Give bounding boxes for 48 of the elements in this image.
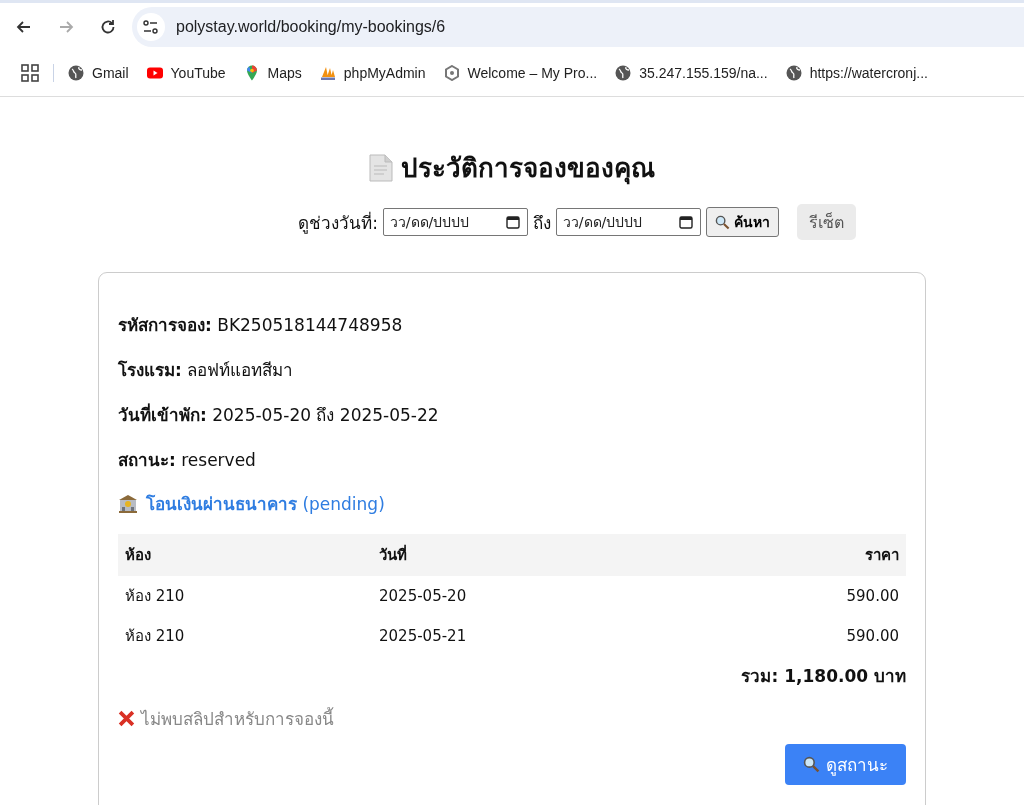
hexagon-icon[interactable] [443, 65, 460, 81]
bookmark[interactable]: YouTube [146, 65, 226, 81]
search-button[interactable]: ค้นหา [705, 207, 779, 237]
booking-detail: สถานะ: reserved [118, 449, 257, 472]
table-cell-text: 2025-05-21 [378, 626, 468, 647]
search-icon[interactable] [714, 214, 730, 230]
address-bar[interactable]: polystay.world/booking/my-bookings/6 [132, 6, 1024, 47]
table-cell-text: ห้อง 210 [124, 626, 186, 647]
date-range-label: ดูช่วงวันที่: [298, 210, 378, 236]
bank-icon [118, 493, 138, 514]
calendar-icon[interactable] [505, 215, 520, 229]
site-settings-icon[interactable] [136, 11, 166, 42]
total-amount: รวม: 1,180.00 บาท [741, 665, 906, 688]
end-date-field[interactable]: วว/ดด/ปปปป [555, 208, 701, 236]
booking-detail: โรงแรม: ลอฟท์แอทสีมา [118, 359, 295, 382]
table-cell: ห้อง 210 [118, 576, 372, 616]
table-cell-text: 590.00 [845, 626, 900, 647]
bookmark[interactable]: Gmail [68, 65, 129, 81]
page-title: ประวัติการจองของคุณ [401, 152, 655, 187]
reset-button[interactable]: รีเซ็ต [796, 204, 856, 240]
payment-method-link[interactable]: โอนเงินผ่านธนาคาร (pending) [146, 490, 385, 517]
search-icon[interactable] [803, 756, 820, 773]
bookmark[interactable]: 35.247.155.159/na... [615, 65, 768, 81]
booking-detail: วันที่เข้าพัก: 2025-05-20 ถึง 2025-05-22 [118, 402, 440, 427]
no-slip-message: ไม่พบสลิปสำหรับการจองนี้ [141, 706, 334, 731]
globe-icon[interactable] [785, 65, 802, 81]
url-text: polystay.world/booking/my-bookings/6 [176, 17, 446, 36]
view-status-button[interactable]: ดูสถานะ [785, 744, 906, 785]
start-date-field[interactable]: วว/ดด/ปปปป [382, 208, 528, 236]
column-header: ห้อง [118, 534, 372, 576]
play-icon[interactable] [146, 65, 163, 81]
apps-grid-icon[interactable] [21, 64, 39, 82]
bookmark[interactable]: https://watercronj... [785, 65, 928, 81]
column-header: วันที่ [372, 534, 758, 576]
bookmark[interactable]: phpMyAdmin [319, 65, 426, 81]
booking-detail: รหัสการจอง: BK250518144748958 [118, 314, 404, 337]
table-cell: 590.00 [758, 576, 906, 616]
sail-logo-icon[interactable] [319, 65, 336, 81]
column-header: ราคา [758, 534, 906, 576]
table-cell: 2025-05-20 [372, 576, 758, 616]
bookmark[interactable]: Welcome – My Pro... [443, 65, 598, 81]
calendar-icon[interactable] [678, 215, 693, 229]
bookmark[interactable]: Maps [243, 65, 302, 81]
cross-icon [118, 710, 135, 727]
to-label: ถึง [532, 211, 551, 235]
globe-icon[interactable] [68, 65, 84, 81]
document-icon [369, 153, 393, 182]
globe-icon[interactable] [615, 65, 632, 81]
